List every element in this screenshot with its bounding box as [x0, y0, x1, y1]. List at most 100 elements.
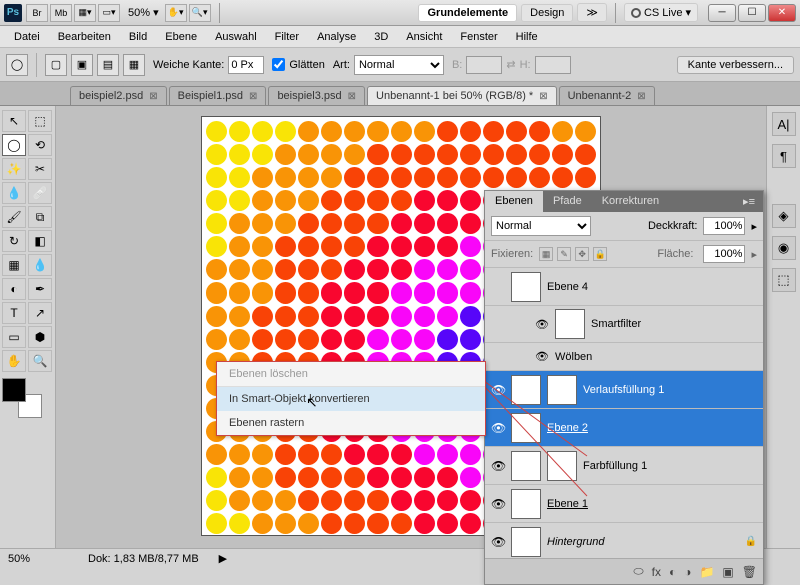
menu-fenster[interactable]: Fenster — [452, 29, 505, 45]
tab-pfade[interactable]: Pfade — [543, 191, 592, 212]
tab-korrekturen[interactable]: Korrekturen — [592, 191, 669, 212]
visibility-icon[interactable]: 👁 — [491, 535, 505, 549]
eraser-tool[interactable]: ◧ — [28, 230, 52, 252]
pen-tool[interactable]: ✒ — [28, 278, 52, 300]
workspace-design[interactable]: Design — [521, 4, 573, 22]
dodge-tool[interactable]: ◐ — [2, 278, 26, 300]
close-button[interactable]: ✕ — [768, 4, 796, 22]
subtract-selection-icon[interactable]: ▤ — [97, 54, 119, 76]
move-tool[interactable]: ↖ — [2, 110, 26, 132]
lock-position-icon[interactable]: ✥ — [575, 247, 589, 261]
document-tab[interactable]: Unbenannt-2⊠ — [559, 86, 655, 105]
layer-row[interactable]: 👁Hintergrund🔒 — [485, 523, 763, 558]
menu-ansicht[interactable]: Ansicht — [398, 29, 450, 45]
lock-all-icon[interactable]: 🔒 — [593, 247, 607, 261]
stamp-tool[interactable]: ⧉ — [28, 206, 52, 228]
layer-name[interactable]: Wölben — [555, 351, 757, 363]
new-layer-icon[interactable]: ▣ — [722, 565, 733, 579]
visibility-icon[interactable]: 👁 — [535, 350, 549, 363]
eyedropper-tool[interactable]: 💧 — [2, 182, 26, 204]
color-swatch[interactable] — [2, 378, 42, 418]
lock-pixels-icon[interactable]: ✎ — [557, 247, 571, 261]
workspace-grundelemente[interactable]: Grundelemente — [418, 4, 517, 22]
wand-tool[interactable]: ✨ — [2, 158, 26, 180]
visibility-icon[interactable]: 👁 — [535, 318, 549, 331]
status-arrow-icon[interactable]: ▶ — [219, 552, 227, 565]
refine-edge-button[interactable]: Kante verbessern... — [677, 56, 794, 74]
document-tab[interactable]: beispiel3.psd⊠ — [268, 86, 365, 105]
menu-ebene[interactable]: Ebene — [157, 29, 205, 45]
dropdown-icon[interactable]: ▸ — [751, 248, 757, 261]
layer-row[interactable]: 👁 Wölben — [485, 343, 763, 371]
minibridge-button[interactable]: Mb — [50, 4, 72, 22]
history-brush-tool[interactable]: ↻ — [2, 230, 26, 252]
delete-layer-icon[interactable]: 🗑 — [742, 565, 757, 579]
document-tab[interactable]: Unbenannt-1 bei 50% (RGB/8) *⊠ — [367, 86, 557, 105]
menu-hilfe[interactable]: Hilfe — [508, 29, 546, 45]
layer-mask-icon[interactable]: ◐ — [669, 565, 676, 579]
layer-row[interactable]: 👁 Verlaufsfüllung 1 — [485, 371, 763, 409]
status-zoom[interactable]: 50% — [8, 553, 68, 565]
layer-name[interactable]: Ebene 2 — [547, 422, 757, 434]
blend-mode-select[interactable]: Normal — [491, 216, 591, 236]
layer-name[interactable]: Farbfüllung 1 — [583, 460, 757, 472]
panel-menu-icon[interactable]: ▸≡ — [735, 191, 763, 212]
path-tool[interactable]: ↗ — [28, 302, 52, 324]
layer-mask-thumbnail[interactable] — [547, 375, 577, 405]
feather-input[interactable] — [228, 56, 264, 74]
panel-icon-channels[interactable]: ◉ — [772, 236, 796, 260]
status-doc-size[interactable]: Dok: 1,83 MB/8,77 MB — [88, 553, 199, 565]
foreground-color[interactable] — [2, 378, 26, 402]
visibility-icon[interactable]: 👁 — [491, 421, 505, 435]
maximize-button[interactable]: ☐ — [738, 4, 766, 22]
layer-thumbnail[interactable] — [511, 413, 541, 443]
layer-name[interactable]: Verlaufsfüllung 1 — [583, 384, 757, 396]
layer-name[interactable]: Ebene 1 — [547, 498, 757, 510]
menu-filter[interactable]: Filter — [267, 29, 307, 45]
add-selection-icon[interactable]: ▣ — [71, 54, 93, 76]
layer-row[interactable]: 👁 Ebene 1 — [485, 485, 763, 523]
screen-mode-button[interactable]: ▭▾ — [98, 4, 120, 22]
dropdown-icon[interactable]: ▸ — [751, 220, 757, 233]
layer-mask-thumbnail[interactable] — [547, 451, 577, 481]
layer-thumbnail[interactable] — [511, 489, 541, 519]
hand-button[interactable]: ✋▾ — [165, 4, 187, 22]
menu-3d[interactable]: 3D — [366, 29, 396, 45]
zoom-tool[interactable]: 🔍 — [28, 350, 52, 372]
intersect-selection-icon[interactable]: ▦ — [123, 54, 145, 76]
panel-icon-a[interactable]: A| — [772, 112, 796, 136]
workspace-more[interactable]: ≫ — [577, 3, 607, 22]
tool-preset-icon[interactable]: ◯ — [6, 54, 28, 76]
heal-tool[interactable]: 🩹 — [28, 182, 52, 204]
panel-icon-paragraph[interactable]: ¶ — [772, 144, 796, 168]
layer-thumbnail[interactable] — [555, 309, 585, 339]
brush-tool[interactable]: 🖌 — [2, 206, 26, 228]
menu-bearbeiten[interactable]: Bearbeiten — [50, 29, 119, 45]
close-icon[interactable]: ⊠ — [539, 91, 547, 102]
menu-analyse[interactable]: Analyse — [309, 29, 364, 45]
layer-fx-icon[interactable]: fx — [652, 565, 661, 579]
close-icon[interactable]: ⊠ — [637, 91, 645, 102]
layer-row[interactable]: 👁 Ebene 2 — [485, 409, 763, 447]
crop-tool[interactable]: ✂ — [28, 158, 52, 180]
hand-tool[interactable]: ✋ — [2, 350, 26, 372]
panel-icon-paths[interactable]: ⬚ — [772, 268, 796, 292]
visibility-icon[interactable]: 👁 — [491, 383, 505, 397]
ctx-delete-layers[interactable]: Ebenen löschen — [217, 362, 485, 387]
bridge-button[interactable]: Br — [26, 4, 48, 22]
ellipse-marquee-tool[interactable]: ◯ — [2, 134, 26, 156]
link-layers-icon[interactable]: ⬭ — [633, 564, 643, 579]
layer-thumbnail[interactable] — [511, 451, 541, 481]
visibility-icon[interactable]: 👁 — [491, 497, 505, 511]
lasso-tool[interactable]: ⟲ — [28, 134, 52, 156]
layer-row[interactable]: 👁Smartfilter — [485, 306, 763, 343]
antialias-checkbox[interactable] — [272, 58, 285, 71]
ctx-convert-smartobject[interactable]: In Smart-Objekt konvertieren — [217, 387, 485, 411]
menu-auswahl[interactable]: Auswahl — [207, 29, 265, 45]
layer-thumbnail[interactable] — [511, 527, 541, 557]
new-selection-icon[interactable]: ▢ — [45, 54, 67, 76]
menu-bild[interactable]: Bild — [121, 29, 155, 45]
blur-tool[interactable]: 💧 — [28, 254, 52, 276]
adjustment-layer-icon[interactable]: ◑ — [684, 565, 691, 579]
close-icon[interactable]: ⊠ — [348, 91, 356, 102]
